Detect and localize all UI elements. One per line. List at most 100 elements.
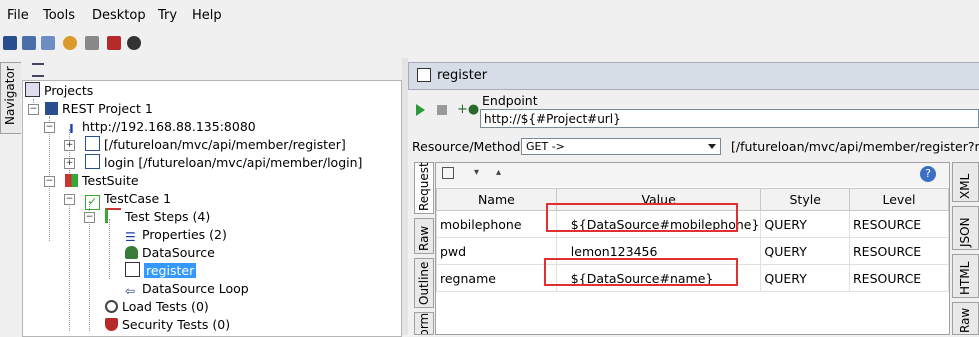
tab-label: Form (417, 312, 431, 335)
tab-label: Raw (417, 225, 431, 251)
load-tests-label: Load Tests (0) (122, 299, 209, 314)
tree-step-properties[interactable]: ☰ Properties (2) (125, 226, 227, 244)
collapse-toggle[interactable]: − (64, 194, 75, 205)
resource-path: [/futureloan/mvc/api/member/register?mo (731, 139, 979, 154)
tab-label: Request (417, 162, 431, 211)
param-style[interactable]: QUERY (760, 237, 850, 265)
param-level[interactable]: RESOURCE (849, 237, 949, 265)
properties-icon: ☰ (125, 230, 136, 244)
navigator-label: Navigator (3, 66, 17, 125)
param-name[interactable]: regname (436, 264, 557, 292)
col-level[interactable]: Level (849, 188, 949, 211)
chevron-down-icon (708, 144, 716, 149)
param-style[interactable]: QUERY (760, 210, 850, 238)
tree-resource-login[interactable]: login [/futureloan/mvc/api/member/login] (85, 154, 362, 172)
tree-step-register[interactable]: register (125, 262, 197, 280)
run-icon[interactable] (416, 104, 425, 116)
proxy-icon[interactable] (107, 36, 121, 50)
col-name[interactable]: Name (436, 188, 557, 211)
datasource-icon (125, 246, 138, 259)
rest-request-icon (417, 68, 431, 82)
rest-project-icon (45, 102, 58, 115)
exit-icon[interactable] (127, 36, 141, 50)
tab-xml[interactable]: XML (952, 162, 979, 202)
security-tests-icon (105, 318, 118, 331)
tab-raw-right[interactable]: Raw (952, 302, 979, 335)
expand-toggle[interactable]: + (64, 158, 75, 169)
preferences-icon[interactable] (85, 36, 99, 50)
collapse-toggle[interactable]: − (44, 176, 55, 187)
collapse-all-icon[interactable] (32, 63, 44, 77)
menu-file[interactable]: File (7, 8, 29, 23)
tab-form[interactable]: Form (414, 312, 434, 335)
tree-testcase[interactable]: ✓ TestCase 1 (85, 190, 171, 210)
testsuite-icon (65, 174, 78, 187)
tree-step-datasource-loop[interactable]: ⇦ DataSource Loop (125, 280, 249, 298)
tree-test-steps[interactable]: Test Steps (4) (105, 208, 210, 226)
resource-label: [/futureloan/mvc/api/member/register] (104, 137, 346, 152)
menu-try[interactable]: Try (158, 8, 177, 23)
method-select[interactable]: GET -> (521, 138, 721, 155)
resource-icon (85, 136, 100, 151)
tree-security-tests[interactable]: Security Tests (0) (105, 316, 230, 334)
service-icon: I (69, 121, 74, 136)
param-name[interactable]: pwd (436, 237, 557, 265)
menu-tools[interactable]: Tools (43, 8, 75, 23)
menu-bar: File Tools Desktop Try Help (0, 0, 979, 30)
step-label: DataSource Loop (142, 281, 249, 296)
help-icon[interactable]: ? (920, 166, 936, 182)
tab-outline[interactable]: Outline (414, 258, 434, 308)
response-tabs: XML JSON HTML Raw (952, 162, 979, 335)
expand-toggle[interactable]: + (64, 140, 75, 151)
menu-help[interactable]: Help (192, 8, 222, 23)
resource-icon (85, 154, 100, 169)
tree-resource-register[interactable]: [/futureloan/mvc/api/member/register] (85, 136, 346, 154)
tree-load-tests[interactable]: Load Tests (0) (105, 298, 209, 316)
tab-request[interactable]: Request (414, 162, 434, 214)
param-style[interactable]: QUERY (760, 264, 850, 292)
tree-step-datasource[interactable]: DataSource (125, 244, 215, 262)
tab-label: Outline (417, 261, 431, 305)
tab-raw-left[interactable]: Raw (414, 218, 434, 254)
editor-title: register (437, 68, 488, 83)
menu-desktop[interactable]: Desktop (92, 8, 146, 23)
panel-splitter[interactable] (402, 58, 408, 335)
save-all-icon[interactable] (41, 36, 55, 50)
stop-icon[interactable] (437, 105, 447, 115)
forum-icon[interactable] (63, 36, 77, 50)
endpoint-input[interactable]: http://${#Project#url} (480, 109, 979, 128)
move-down-icon[interactable]: ▾ (474, 167, 479, 178)
collapse-toggle[interactable]: − (44, 122, 55, 133)
tab-html[interactable]: HTML (952, 254, 979, 298)
navigator-tab[interactable]: Navigator (0, 62, 21, 134)
col-style[interactable]: Style (760, 188, 850, 211)
collapse-toggle[interactable]: − (28, 104, 39, 115)
highlight-box (544, 258, 738, 286)
tree-service[interactable]: Ihttp://192.168.88.135:8080 (65, 118, 256, 136)
main-toolbar (0, 30, 979, 56)
add-param-icon[interactable] (442, 167, 454, 179)
tab-label: JSON (958, 217, 972, 247)
projects-label: Projects (44, 83, 94, 98)
teststeps-label: Test Steps (4) (125, 209, 211, 224)
param-level[interactable]: RESOURCE (849, 210, 949, 238)
import-project-icon[interactable] (22, 36, 36, 50)
project-tree: Projects − REST Project 1 − Ihttp://192.… (22, 80, 402, 337)
step-label-selected: register (144, 263, 197, 278)
tree-testsuite[interactable]: TestSuite (65, 172, 139, 190)
param-level[interactable]: RESOURCE (849, 264, 949, 292)
service-label: http://192.168.88.135:8080 (82, 119, 256, 134)
method-value: GET -> (526, 140, 565, 153)
params-panel: ▾ ▴ ? Name Value Style Level mobilephone… (435, 162, 950, 335)
endpoint-label: Endpoint (482, 93, 538, 108)
load-tests-icon (105, 300, 118, 313)
add-assertion-icon[interactable]: +● (457, 102, 479, 117)
param-name[interactable]: mobilephone (436, 210, 557, 238)
editor-header: register (408, 62, 979, 90)
move-up-icon[interactable]: ▴ (496, 167, 501, 178)
tree-project[interactable]: REST Project 1 (45, 100, 153, 118)
tab-json[interactable]: JSON (952, 206, 979, 250)
tree-projects[interactable]: Projects (25, 82, 93, 100)
collapse-toggle[interactable]: − (84, 212, 95, 223)
new-project-icon[interactable] (3, 36, 17, 50)
